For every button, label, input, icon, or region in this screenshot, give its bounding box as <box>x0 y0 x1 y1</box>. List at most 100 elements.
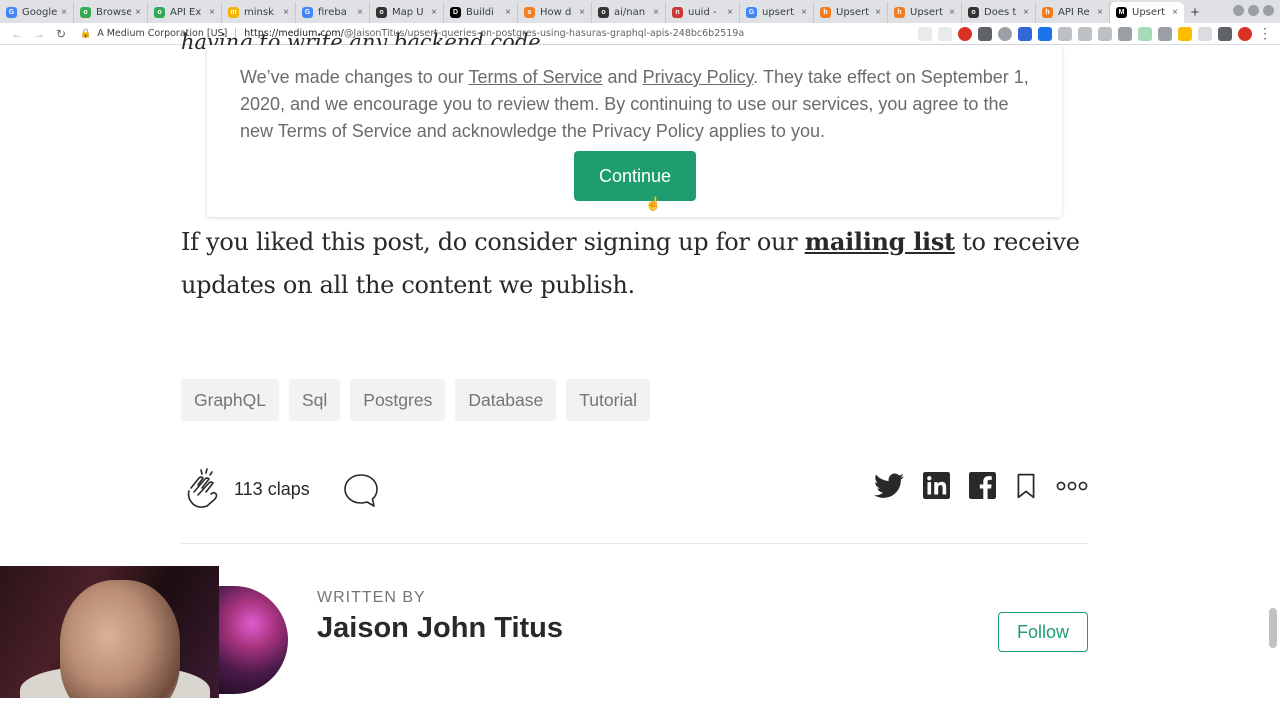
author-name[interactable]: Jaison John Titus <box>317 612 563 645</box>
browser-tab[interactable]: h Upsert × <box>814 2 888 23</box>
bookmark-icon[interactable] <box>1015 473 1037 499</box>
back-icon[interactable]: ← <box>6 27 28 41</box>
extension-icon[interactable] <box>1218 27 1232 41</box>
facebook-icon[interactable] <box>969 472 996 499</box>
browser-tab[interactable]: o Map U × <box>370 2 444 23</box>
extension-icon[interactable] <box>1078 27 1092 41</box>
hand-cursor-icon: ☝ <box>645 196 662 211</box>
browser-tab[interactable]: s How d × <box>518 2 592 23</box>
browser-tab[interactable]: D Buildi × <box>444 2 518 23</box>
terms-of-service-link[interactable]: Terms of Service <box>468 67 602 87</box>
browser-tab[interactable]: o Browse × <box>74 2 148 23</box>
tab-close-icon[interactable]: × <box>429 7 439 18</box>
extension-icon[interactable] <box>1018 27 1032 41</box>
tab-close-icon[interactable]: × <box>577 7 587 18</box>
reload-icon[interactable]: ↻ <box>50 27 72 41</box>
extension-icon[interactable] <box>1038 27 1052 41</box>
lock-icon[interactable]: 🔒 <box>80 28 91 39</box>
continue-button[interactable]: Continue <box>574 151 696 201</box>
browser-tab[interactable]: o API Ex × <box>148 2 222 23</box>
tab-favicon-icon: G <box>302 7 313 18</box>
extension-icon[interactable] <box>1238 27 1252 41</box>
webcam-person-face <box>60 580 180 698</box>
tab-close-icon[interactable]: × <box>133 7 143 18</box>
tab-close-icon[interactable]: × <box>355 7 365 18</box>
browser-tab[interactable]: m minsk × <box>222 2 296 23</box>
extension-icon[interactable] <box>1098 27 1112 41</box>
tab-favicon-icon: G <box>746 7 757 18</box>
extension-icon[interactable] <box>1118 27 1132 41</box>
extension-icon[interactable] <box>978 27 992 41</box>
tab-close-icon[interactable]: × <box>503 7 513 18</box>
star-icon[interactable] <box>938 27 952 41</box>
extension-icon[interactable] <box>1138 27 1152 41</box>
browser-tab[interactable]: Gupsert × <box>740 2 814 23</box>
responses-icon[interactable] <box>343 472 379 508</box>
clap-icon[interactable] <box>181 464 227 510</box>
browser-tab-bar: G Google × o Browse × o API Ex × m minsk × Gfireba × o… <box>0 0 1280 23</box>
scrollbar-thumb[interactable] <box>1269 608 1277 648</box>
minimize-window-icon[interactable] <box>1233 5 1244 16</box>
mailing-list-link[interactable]: mailing list <box>805 227 955 256</box>
tab-favicon-icon: h <box>894 7 905 18</box>
extension-icon[interactable] <box>1158 27 1172 41</box>
browser-tab-active[interactable]: M Upsert × <box>1110 2 1184 23</box>
browser-menu-icon[interactable]: ⋮ <box>1258 25 1272 42</box>
closing-paragraph: If you liked this post, do consider sign… <box>181 220 1091 307</box>
tab-close-icon[interactable]: × <box>651 7 661 18</box>
browser-tab[interactable]: h Upsert × <box>888 2 962 23</box>
tab-close-icon[interactable]: × <box>1170 7 1180 18</box>
extension-icons <box>918 27 1252 41</box>
tab-title: Google <box>22 7 57 18</box>
twitter-icon[interactable] <box>874 472 904 499</box>
new-tab-button[interactable]: + <box>1184 2 1206 23</box>
zoom-icon[interactable] <box>918 27 932 41</box>
more-options-icon[interactable] <box>1056 480 1088 492</box>
tab-favicon-icon: o <box>154 7 165 18</box>
tab-favicon-icon: M <box>1116 7 1127 18</box>
tab-close-icon[interactable]: × <box>207 7 217 18</box>
tag-postgres[interactable]: Postgres <box>350 379 446 421</box>
section-divider <box>181 543 1088 544</box>
tab-close-icon[interactable]: × <box>725 7 735 18</box>
linkedin-icon[interactable] <box>923 472 950 499</box>
close-window-icon[interactable] <box>1263 5 1274 16</box>
tab-close-icon[interactable]: × <box>799 7 809 18</box>
article-actions: 113 claps <box>181 462 1088 518</box>
tab-favicon-icon: s <box>524 7 535 18</box>
tab-close-icon[interactable]: × <box>1095 7 1105 18</box>
tab-close-icon[interactable]: × <box>59 7 69 18</box>
tab-title: Upsert <box>1132 7 1166 18</box>
follow-button[interactable]: Follow <box>998 612 1088 652</box>
tab-close-icon[interactable]: × <box>1021 7 1031 18</box>
tab-title: Upsert <box>910 7 944 18</box>
author-avatar[interactable] <box>208 586 288 694</box>
browser-tab[interactable]: Gfireba × <box>296 2 370 23</box>
clap-count[interactable]: 113 claps <box>234 479 310 500</box>
tab-title: fireba <box>318 7 347 18</box>
adblock-icon[interactable] <box>958 27 972 41</box>
browser-tab[interactable]: n uuid - × <box>666 2 740 23</box>
extension-icon[interactable] <box>1178 27 1192 41</box>
browser-tab[interactable]: o Does t × <box>962 2 1036 23</box>
browser-tab[interactable]: h API Re × <box>1036 2 1110 23</box>
camera-icon[interactable] <box>1058 27 1072 41</box>
extension-icon[interactable] <box>1198 27 1212 41</box>
tag-sql[interactable]: Sql <box>288 379 341 421</box>
forward-icon[interactable]: → <box>28 27 50 41</box>
tab-close-icon[interactable]: × <box>281 7 291 18</box>
browser-tab[interactable]: G Google × <box>0 2 74 23</box>
tag-graphql[interactable]: GraphQL <box>181 379 279 421</box>
tag-list: GraphQL Sql Postgres Database Tutorial <box>181 379 650 421</box>
tag-tutorial[interactable]: Tutorial <box>566 379 650 421</box>
privacy-policy-link[interactable]: Privacy Policy <box>643 67 754 87</box>
tab-title: How d <box>540 7 572 18</box>
tag-database[interactable]: Database <box>455 379 557 421</box>
extension-icon[interactable] <box>998 27 1012 41</box>
maximize-window-icon[interactable] <box>1248 5 1259 16</box>
tab-close-icon[interactable]: × <box>873 7 883 18</box>
tab-favicon-icon: G <box>6 7 17 18</box>
tab-title: upsert <box>762 7 795 18</box>
browser-tab[interactable]: o ai/nan × <box>592 2 666 23</box>
tab-close-icon[interactable]: × <box>947 7 957 18</box>
